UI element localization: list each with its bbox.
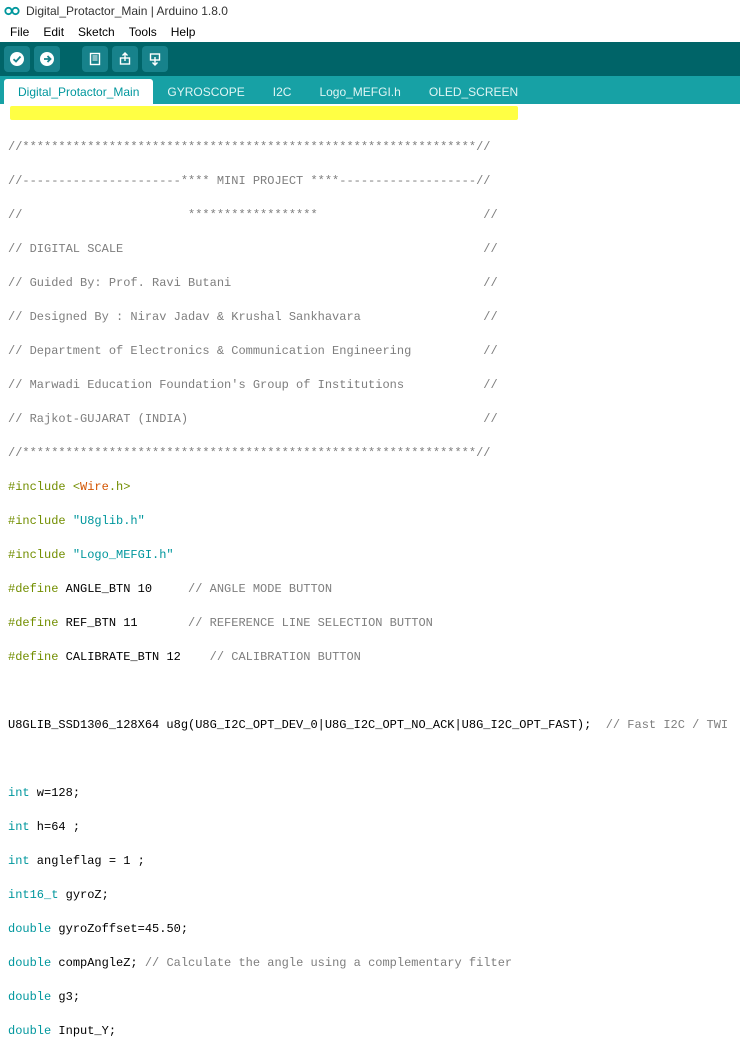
code-token: REF_BTN 11 [58, 616, 188, 630]
code-line: // Designed By : Nirav Jadav & Krushal S… [8, 310, 498, 324]
code-token: #define [8, 650, 58, 664]
arduino-logo-icon [4, 3, 20, 19]
save-button[interactable] [142, 46, 168, 72]
code-token: int [8, 820, 30, 834]
code-token: double [8, 990, 51, 1004]
tab-i2c[interactable]: I2C [259, 79, 306, 104]
code-token: angleflag = 1 ; [30, 854, 145, 868]
code-token: "U8glib.h" [73, 514, 145, 528]
code-token: CALIBRATE_BTN 12 [58, 650, 209, 664]
code-token: ANGLE_BTN 10 [58, 582, 188, 596]
code-token: > [123, 480, 130, 494]
code-line: // Guided By: Prof. Ravi Butani // [8, 276, 498, 290]
code-token: // ANGLE MODE BUTTON [188, 582, 332, 596]
code-token: gyroZ; [58, 888, 108, 902]
code-token: #include [8, 548, 66, 562]
new-button[interactable] [82, 46, 108, 72]
code-token: gyroZoffset=45.50; [51, 922, 188, 936]
code-token: double [8, 1024, 51, 1038]
code-token: < [73, 480, 80, 494]
code-token: .h [109, 480, 123, 494]
highlight-strip [0, 104, 740, 122]
window-title: Digital_Protactor_Main | Arduino 1.8.0 [26, 4, 228, 18]
code-line: // Marwadi Education Foundation's Group … [8, 378, 498, 392]
code-token: #define [8, 616, 58, 630]
code-token: #include [8, 480, 66, 494]
tab-gyroscope[interactable]: GYROSCOPE [153, 79, 258, 104]
tab-main[interactable]: Digital_Protactor_Main [4, 79, 153, 104]
menu-help[interactable]: Help [165, 23, 202, 41]
menu-bar: File Edit Sketch Tools Help [0, 22, 740, 42]
code-token: U8GLIB_SSD1306_128X64 u8g(U8G_I2C_OPT_DE… [8, 718, 606, 732]
code-line: // DIGITAL SCALE // [8, 242, 498, 256]
upload-button[interactable] [34, 46, 60, 72]
menu-sketch[interactable]: Sketch [72, 23, 121, 41]
code-token: double [8, 922, 51, 936]
code-token: // Calculate the angle using a complemen… [145, 956, 512, 970]
code-token: w=128; [30, 786, 80, 800]
code-token: #include [8, 514, 66, 528]
code-token: int [8, 786, 30, 800]
code-token: // Fast I2C / TWI [606, 718, 728, 732]
code-line: //**************************************… [8, 446, 490, 460]
title-bar: Digital_Protactor_Main | Arduino 1.8.0 [0, 0, 740, 22]
code-line: // Department of Electronics & Communica… [8, 344, 498, 358]
code-line: // ****************** // [8, 208, 498, 222]
code-token: // CALIBRATION BUTTON [210, 650, 361, 664]
code-editor[interactable]: //**************************************… [0, 122, 740, 1057]
tab-logo[interactable]: Logo_MEFGI.h [305, 79, 414, 104]
code-line: // Rajkot-GUJARAT (INDIA) // [8, 412, 498, 426]
code-token: "Logo_MEFGI.h" [73, 548, 174, 562]
toolbar [0, 42, 740, 76]
code-token: g3; [51, 990, 80, 1004]
menu-file[interactable]: File [4, 23, 35, 41]
code-token: compAngleZ; [51, 956, 145, 970]
open-button[interactable] [112, 46, 138, 72]
tab-oled[interactable]: OLED_SCREEN [415, 79, 532, 104]
menu-edit[interactable]: Edit [37, 23, 70, 41]
code-token: int16_t [8, 888, 58, 902]
code-token: // REFERENCE LINE SELECTION BUTTON [188, 616, 433, 630]
code-token: Input_Y; [51, 1024, 116, 1038]
code-token: Wire [80, 480, 109, 494]
code-token: int [8, 854, 30, 868]
code-token: h=64 ; [30, 820, 80, 834]
menu-tools[interactable]: Tools [123, 23, 163, 41]
code-line: //----------------------**** MINI PROJEC… [8, 174, 490, 188]
code-line: //**************************************… [8, 140, 490, 154]
verify-button[interactable] [4, 46, 30, 72]
code-token: #define [8, 582, 58, 596]
code-token: double [8, 956, 51, 970]
tab-bar: Digital_Protactor_Main GYROSCOPE I2C Log… [0, 76, 740, 104]
